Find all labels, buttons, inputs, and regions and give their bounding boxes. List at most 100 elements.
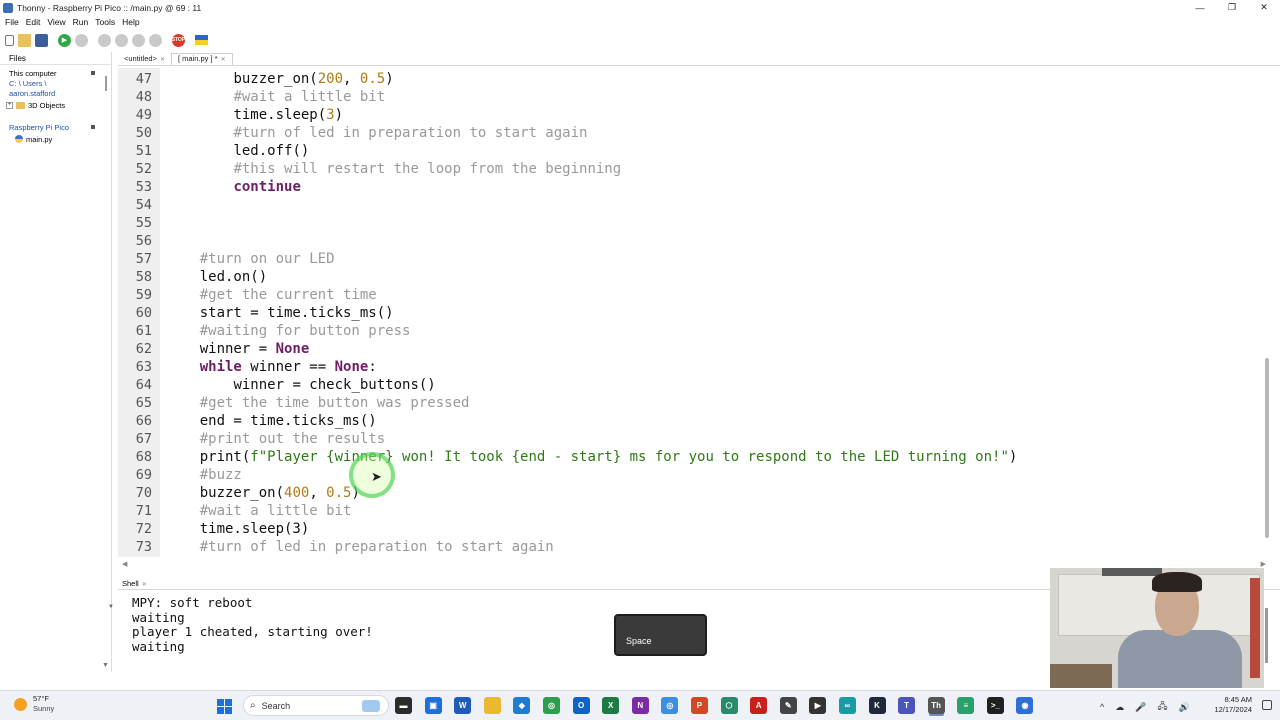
- show-hidden-icons-icon[interactable]: ^: [1100, 702, 1104, 712]
- app-feather-icon[interactable]: ✎: [779, 697, 797, 714]
- app-hex-icon[interactable]: ⬡: [720, 697, 738, 714]
- tab-main-py[interactable]: [ main.py ] * ✕: [170, 53, 233, 65]
- chrome-profile-icon[interactable]: ◎: [661, 697, 679, 714]
- code-line[interactable]: 64 winner = check_buttons(): [118, 376, 1268, 394]
- powerpoint-icon[interactable]: P: [690, 697, 708, 714]
- scroll-left-icon[interactable]: ◀: [122, 560, 127, 568]
- cloud-icon[interactable]: ☁: [1115, 702, 1124, 713]
- scroll-right-icon[interactable]: ▶: [1261, 560, 1266, 568]
- folder-3d-objects[interactable]: + 3D Objects: [0, 99, 111, 111]
- files-scroll-down-icon[interactable]: ▼: [108, 604, 114, 610]
- terminal-k-icon[interactable]: K: [868, 697, 886, 714]
- file-explorer-icon[interactable]: ▬: [395, 697, 412, 714]
- menu-edit[interactable]: Edit: [26, 17, 41, 27]
- maximize-button[interactable]: ❐: [1216, 0, 1248, 15]
- run-icon[interactable]: ▶: [58, 33, 71, 47]
- excel-icon[interactable]: X: [602, 697, 620, 714]
- onenote-icon[interactable]: N: [631, 697, 649, 714]
- menu-help[interactable]: Help: [122, 17, 139, 27]
- code-line[interactable]: 58 led.on(): [118, 268, 1268, 286]
- code-line[interactable]: 63 while winner == None:: [118, 358, 1268, 376]
- save-icon[interactable]: [35, 33, 48, 47]
- code-line[interactable]: 62 winner = None: [118, 340, 1268, 358]
- cmd-icon[interactable]: >_: [986, 697, 1004, 714]
- code-line[interactable]: 70 buzzer_on(400, 0.5): [118, 484, 1268, 502]
- network-icon[interactable]: 🖧: [1157, 699, 1167, 715]
- code-line[interactable]: 71 #wait a little bit: [118, 502, 1268, 520]
- taskbar-search[interactable]: ⌕ Search: [243, 695, 389, 716]
- close-tab-icon[interactable]: ✕: [221, 57, 226, 63]
- code-line[interactable]: 52 #this will restart the loop from the …: [118, 160, 1268, 178]
- section-menu-icon[interactable]: [91, 125, 95, 129]
- menu-file[interactable]: File: [5, 17, 19, 27]
- stop-icon[interactable]: STOP: [172, 33, 185, 47]
- editor-horizontal-scrollbar[interactable]: ◀ ▶: [118, 560, 1268, 568]
- chrome-icon[interactable]: ◎: [542, 697, 560, 714]
- teams-icon[interactable]: T: [898, 697, 916, 714]
- menu-view[interactable]: View: [47, 17, 65, 27]
- media-icon[interactable]: ▶: [809, 697, 827, 714]
- code-line[interactable]: 65 #get the time button was pressed: [118, 394, 1268, 412]
- code-editor[interactable]: 47 buzzer_on(200, 0.5) 48 #wait a little …: [118, 68, 1268, 557]
- store-icon[interactable]: ▣: [424, 697, 442, 714]
- minimize-button[interactable]: —: [1184, 0, 1216, 15]
- notes-app-icon[interactable]: ≡: [957, 697, 975, 714]
- windows-start-icon[interactable]: [217, 699, 232, 714]
- folder-icon[interactable]: [483, 697, 501, 714]
- close-tab-icon[interactable]: ✕: [160, 57, 165, 63]
- files-scrollbar[interactable]: [105, 76, 107, 91]
- code-line[interactable]: 54: [118, 196, 1268, 214]
- code-line[interactable]: 67 #print out the results: [118, 430, 1268, 448]
- clock[interactable]: 8:45 AM 12/17/2024: [1206, 695, 1252, 715]
- expand-icon[interactable]: +: [6, 101, 13, 109]
- section-menu-icon[interactable]: [91, 71, 95, 75]
- menu-tools[interactable]: Tools: [95, 17, 115, 27]
- thonny-icon[interactable]: Th: [927, 697, 945, 714]
- resume-icon[interactable]: [149, 33, 162, 47]
- acrobat-icon[interactable]: A: [750, 697, 768, 714]
- code-line[interactable]: 59 #get the current time: [118, 286, 1268, 304]
- shell-scrollbar[interactable]: [1265, 608, 1268, 663]
- code-line[interactable]: 49 time.sleep(3): [118, 106, 1268, 124]
- menu-run[interactable]: Run: [73, 17, 89, 27]
- editor-scrollbar[interactable]: [1265, 358, 1269, 538]
- code-line[interactable]: 69 #buzz: [118, 466, 1268, 484]
- step-over-icon[interactable]: [98, 33, 111, 47]
- volume-icon[interactable]: 🔊: [1179, 702, 1190, 713]
- code-line[interactable]: 57 #turn on our LED: [118, 250, 1268, 268]
- code-line[interactable]: 56: [118, 232, 1268, 250]
- shell-scroll-down-icon[interactable]: ▼: [102, 662, 109, 669]
- step-into-icon[interactable]: [115, 33, 128, 47]
- arduino-icon[interactable]: ∞: [838, 697, 856, 714]
- outlook-icon[interactable]: O: [572, 697, 590, 714]
- code-line[interactable]: 55: [118, 214, 1268, 232]
- weather-widget[interactable]: 57°F Sunny: [14, 694, 54, 714]
- debug-icon[interactable]: [75, 33, 88, 47]
- code-line[interactable]: 66 end = time.ticks_ms(): [118, 412, 1268, 430]
- local-path-user[interactable]: aaron.stafford: [9, 89, 111, 99]
- files-tab[interactable]: Files: [0, 52, 111, 65]
- close-tab-icon[interactable]: ✕: [142, 582, 147, 588]
- microphone-icon[interactable]: 🎤: [1135, 702, 1146, 713]
- code-line[interactable]: 60 start = time.ticks_ms(): [118, 304, 1268, 322]
- code-line[interactable]: 50 #turn of led in preparation to start …: [118, 124, 1268, 142]
- ukraine-flag-icon[interactable]: [195, 35, 208, 45]
- code-line[interactable]: 48 #wait a little bit: [118, 88, 1268, 106]
- file-main-py[interactable]: main.py: [0, 133, 111, 145]
- close-button[interactable]: ✕: [1248, 0, 1280, 15]
- notification-icon[interactable]: [1262, 700, 1272, 710]
- code-line[interactable]: 53 continue: [118, 178, 1268, 196]
- settings-blue-icon[interactable]: ◉: [1016, 697, 1034, 714]
- tab-untitled[interactable]: <untitled> ✕: [118, 54, 171, 65]
- code-line[interactable]: 61 #waiting for button press: [118, 322, 1268, 340]
- code-line[interactable]: 68 print(f"Player {winner} won! It took …: [118, 448, 1268, 466]
- step-out-icon[interactable]: [132, 33, 145, 47]
- code-line[interactable]: 73 #turn of led in preparation to start …: [118, 538, 1268, 556]
- code-line[interactable]: 47 buzzer_on(200, 0.5): [118, 70, 1268, 88]
- code-line[interactable]: 51 led.off(): [118, 142, 1268, 160]
- open-icon[interactable]: [18, 33, 31, 47]
- code-line[interactable]: 72 time.sleep(3): [118, 520, 1268, 538]
- word-icon[interactable]: W: [454, 697, 472, 714]
- new-file-icon[interactable]: [5, 34, 14, 46]
- vscode-icon[interactable]: ◆: [513, 697, 531, 714]
